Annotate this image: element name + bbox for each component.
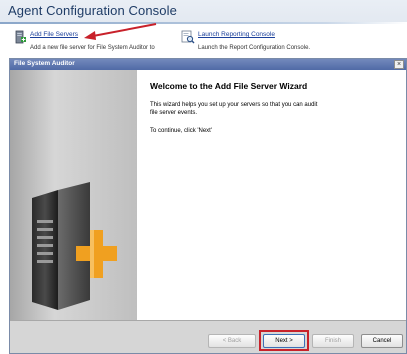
launch-reporting-console-description: Launch the Report Configuration Console. — [198, 45, 311, 51]
wizard-side-banner — [10, 70, 137, 320]
back-button[interactable]: < Back — [208, 334, 256, 348]
add-file-servers-description: Add a new file server for File System Au… — [30, 45, 155, 51]
launch-reporting-console-action[interactable]: Launch Reporting Console Launch the Repo… — [181, 30, 341, 56]
console-title: Agent Configuration Console — [8, 3, 177, 18]
report-magnifier-icon — [181, 30, 195, 44]
close-icon[interactable]: × — [394, 60, 404, 69]
add-file-servers-link[interactable]: Add File Servers — [30, 31, 78, 38]
wizard-continue-text: To continue, click 'Next' — [150, 128, 212, 134]
wizard-heading: Welcome to the Add File Server Wizard — [150, 81, 308, 91]
wizard-button-bar: < Back Next > Finish Cancel — [10, 320, 406, 353]
wizard-title-bar: File System Auditor × — [10, 59, 406, 70]
launch-reporting-console-link[interactable]: Launch Reporting Console — [198, 31, 275, 38]
cancel-button[interactable]: Cancel — [361, 334, 403, 348]
wizard-content: Welcome to the Add File Server Wizard Th… — [137, 70, 406, 320]
wizard-intro-text: This wizard helps you set up your server… — [150, 102, 318, 116]
server-plus-icon — [32, 182, 117, 310]
title-divider — [0, 22, 407, 24]
next-button[interactable]: Next > — [263, 334, 305, 348]
finish-button[interactable]: Finish — [312, 334, 354, 348]
server-add-icon — [15, 30, 26, 44]
add-file-server-wizard-dialog: File System Auditor × Welcome to the Add… — [9, 58, 407, 354]
wizard-title: File System Auditor — [14, 60, 75, 67]
annotation-arrow — [84, 23, 157, 40]
